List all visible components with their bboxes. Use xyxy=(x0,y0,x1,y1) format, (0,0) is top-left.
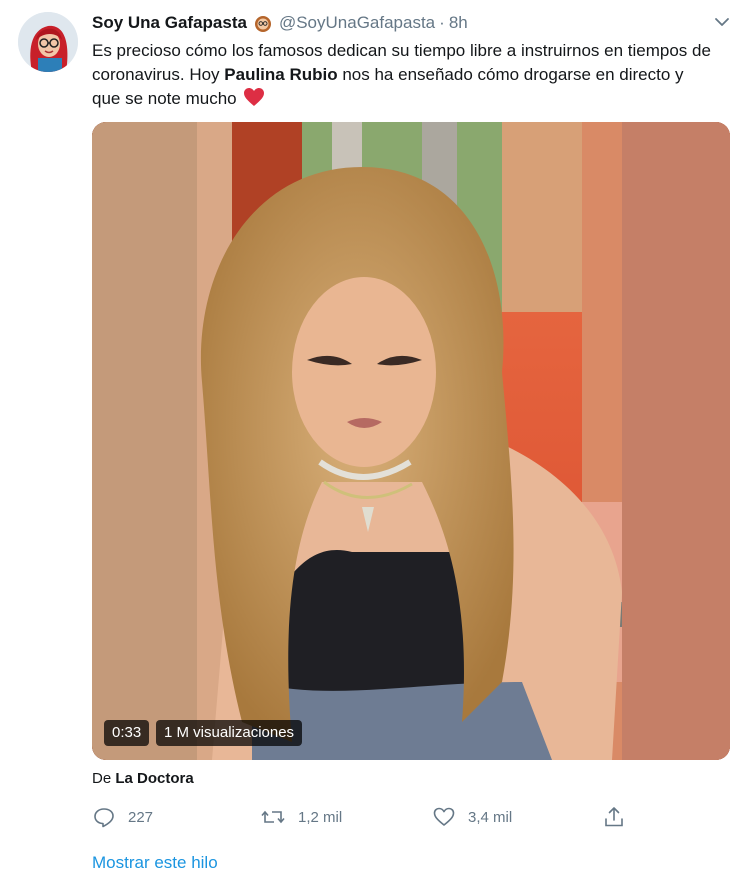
reply-icon xyxy=(94,808,114,828)
tweet-text: Es precioso cómo los famosos dedican su … xyxy=(92,39,712,114)
timestamp[interactable]: 8h xyxy=(449,13,468,33)
retweet-icon xyxy=(261,810,285,824)
tweet-header: Soy Una Gafapasta @SoyUnaGafapasta · 8h xyxy=(92,12,468,34)
like-count: 3,4 mil xyxy=(468,808,513,826)
like-button[interactable]: 3,4 mil xyxy=(432,804,512,830)
tweet: Soy Una Gafapasta @SoyUnaGafapasta · 8h … xyxy=(0,0,750,878)
separator-dot: · xyxy=(439,13,445,32)
retweet-button[interactable]: 1,2 mil xyxy=(260,804,342,830)
video-attribution: De La Doctora xyxy=(92,770,194,787)
avatar[interactable] xyxy=(18,12,78,72)
show-thread-link[interactable]: Mostrar este hilo xyxy=(92,853,218,873)
reply-button[interactable]: 227 xyxy=(92,804,153,830)
like-heart-icon xyxy=(433,807,455,826)
emoji-badge-icon xyxy=(253,13,273,33)
video-frame xyxy=(92,122,730,760)
video-views-badge: 1 M visualizaciones xyxy=(156,720,303,746)
reply-count: 227 xyxy=(128,808,154,826)
author-handle[interactable]: @SoyUnaGafapasta xyxy=(279,13,435,33)
video-duration-badge: 0:33 xyxy=(104,720,150,746)
mention-bold: Paulina Rubio xyxy=(224,65,338,84)
share-icon xyxy=(605,807,623,827)
retweet-count: 1,2 mil xyxy=(298,808,343,826)
attribution-prefix: De xyxy=(92,770,112,787)
action-bar: 227 1,2 mil 3,4 mil xyxy=(92,804,632,830)
attribution-source-link[interactable]: La Doctora xyxy=(115,770,193,787)
heart-emoji-icon xyxy=(243,87,265,114)
author-name[interactable]: Soy Una Gafapasta xyxy=(92,13,247,33)
video-player[interactable]: 0:33 1 M visualizaciones xyxy=(92,122,730,760)
share-button[interactable] xyxy=(602,804,638,830)
chevron-down-icon[interactable] xyxy=(712,12,732,32)
